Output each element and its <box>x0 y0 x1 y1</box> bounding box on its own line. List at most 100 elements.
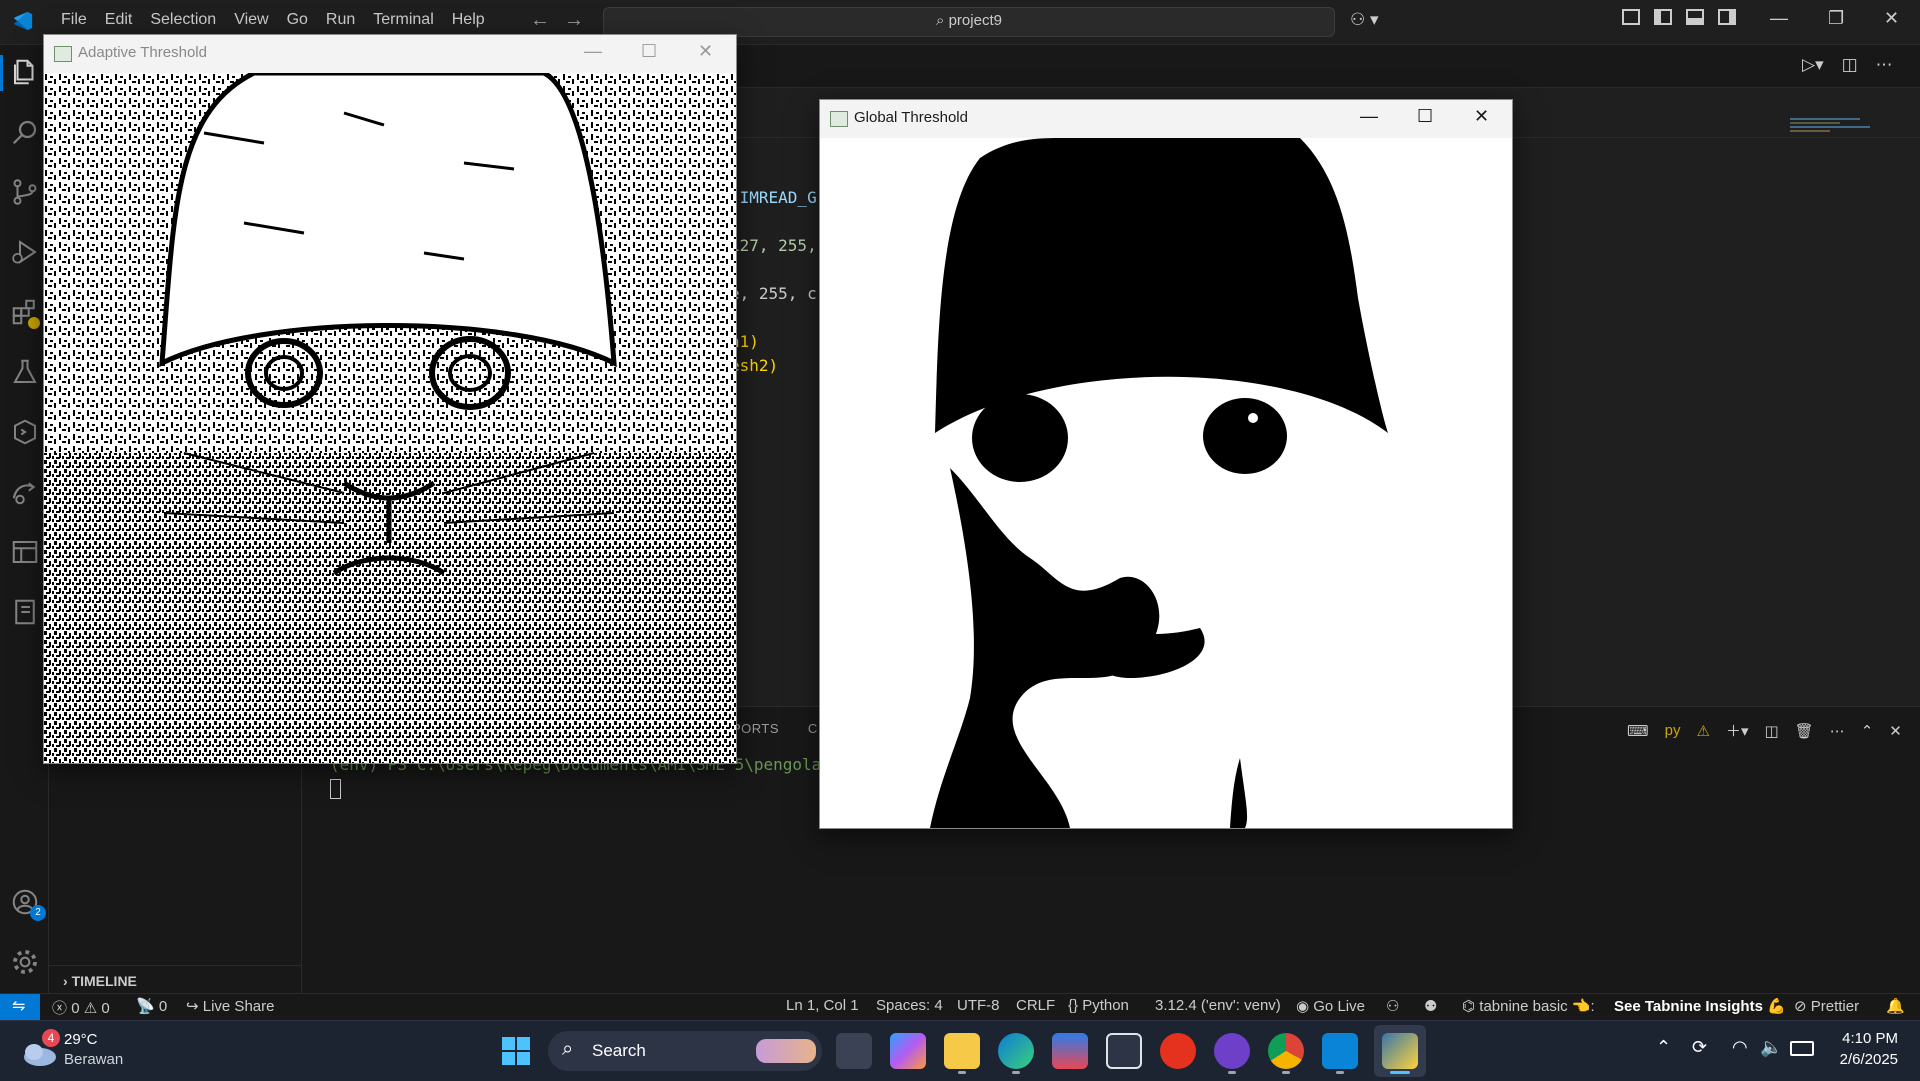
copilot-icon[interactable]: ⚇ ▾ <box>1350 10 1379 30</box>
terminal-icon[interactable]: ⌨ <box>1627 722 1649 740</box>
tabnine-insights-link[interactable]: See Tabnine Insights 💪 <box>1614 997 1786 1015</box>
adaptive-threshold-window[interactable]: Adaptive Threshold — ☐ ✕ <box>43 34 737 764</box>
run-debug-icon[interactable] <box>10 237 40 267</box>
code-line[interactable]: .IMREAD_G <box>730 188 817 207</box>
volume-icon[interactable]: 🔈 <box>1760 1037 1782 1058</box>
chevron-right-icon: › <box>63 973 72 989</box>
toggle-secondary-sidebar-icon[interactable] <box>1718 9 1736 25</box>
tab-comments[interactable]: C <box>808 721 818 736</box>
maximize-icon[interactable]: ☐ <box>1417 106 1433 127</box>
menu-help[interactable]: Help <box>443 11 494 29</box>
live-share-icon[interactable] <box>10 477 40 507</box>
remote-explorer-icon[interactable] <box>10 417 40 447</box>
gear-icon[interactable] <box>10 947 40 977</box>
window-caption[interactable]: Global Threshold — ☐ ✕ <box>820 100 1512 138</box>
terminal-name[interactable]: py <box>1665 722 1681 739</box>
toggle-sidebar-icon[interactable] <box>1654 9 1672 25</box>
python-app-icon[interactable] <box>1382 1033 1418 1069</box>
vscode-logo-icon[interactable] <box>10 10 36 32</box>
window-caption[interactable]: Adaptive Threshold — ☐ ✕ <box>44 35 736 73</box>
source-control-icon[interactable] <box>10 177 40 207</box>
clock-time[interactable]: 4:10 PM <box>1838 1030 1898 1047</box>
weather-widget[interactable]: 4 <box>20 1029 64 1069</box>
close-icon[interactable]: ✕ <box>698 41 713 62</box>
customize-layout-icon[interactable] <box>1622 9 1640 25</box>
timeline-section[interactable]: › TIMELINE <box>63 973 137 989</box>
chevron-up-icon[interactable]: ⌃ <box>1656 1037 1671 1058</box>
battery-icon[interactable] <box>1790 1041 1814 1056</box>
tab-ports[interactable]: PORTS <box>732 721 779 736</box>
minimize-icon[interactable]: — <box>1770 8 1788 29</box>
cursor-position[interactable]: Ln 1, Col 1 <box>786 997 859 1014</box>
problems-indicator[interactable]: ⓧ 0 ⚠ 0 <box>52 997 110 1018</box>
sync-icon[interactable]: ⟳ <box>1692 1037 1707 1058</box>
windows-start-icon[interactable] <box>502 1037 530 1065</box>
taskbar-search[interactable]: ⌕ Search <box>548 1031 822 1071</box>
go-live-button[interactable]: ◉ Go Live <box>1296 997 1365 1015</box>
menu-terminal[interactable]: Terminal <box>364 11 442 29</box>
close-panel-icon[interactable]: ✕ <box>1889 722 1902 740</box>
back-arrow-icon[interactable]: ← <box>530 9 550 32</box>
close-icon[interactable]: ✕ <box>1474 106 1489 127</box>
code-line[interactable]: esh2) <box>730 356 778 375</box>
python-interpreter[interactable]: 3.12.4 ('env': venv) <box>1155 997 1281 1014</box>
toggle-panel-icon[interactable] <box>1686 9 1704 25</box>
menu-edit[interactable]: Edit <box>96 11 142 29</box>
indentation[interactable]: Spaces: 4 <box>876 997 943 1014</box>
bell-icon[interactable]: 🔔 <box>1886 997 1905 1015</box>
ports-indicator[interactable]: 📡 0 <box>136 997 167 1015</box>
code-line[interactable]: 127, 255, <box>730 236 817 255</box>
command-center[interactable]: ⌕ project9 <box>603 7 1335 37</box>
cube-app-icon[interactable] <box>1106 1033 1142 1069</box>
close-icon[interactable]: ✕ <box>1884 8 1899 29</box>
wps-office-icon[interactable] <box>1160 1033 1196 1069</box>
copilot-app-icon[interactable] <box>890 1033 926 1069</box>
line-ending[interactable]: CRLF <box>1016 997 1055 1014</box>
run-icon[interactable]: ▷▾ <box>1802 55 1824 75</box>
restore-icon[interactable]: ❐ <box>1828 8 1844 29</box>
more-icon[interactable]: ⋯ <box>1830 722 1845 740</box>
code-line[interactable]: e, 255, c <box>730 284 817 303</box>
encoding[interactable]: UTF-8 <box>957 997 1000 1014</box>
notebook-icon[interactable] <box>10 597 40 627</box>
edge-browser-icon[interactable] <box>998 1033 1034 1069</box>
trash-icon[interactable]: 🗑 <box>1795 722 1814 740</box>
minimap[interactable] <box>1790 115 1880 145</box>
language-mode[interactable]: {} Python <box>1068 997 1129 1014</box>
copilot-status-icon[interactable]: ⚇ <box>1386 997 1399 1015</box>
more-actions-icon[interactable]: ⋯ <box>1876 55 1893 75</box>
tabnine-status[interactable]: ⌬ tabnine basic 👈: <box>1462 997 1595 1015</box>
wifi-icon[interactable]: ◠ <box>1732 1037 1748 1058</box>
file-explorer-icon[interactable] <box>944 1033 980 1069</box>
panel-view-icon[interactable] <box>10 537 40 567</box>
remote-indicator[interactable]: ⇋ <box>0 994 40 1020</box>
vscode-taskbar-icon[interactable] <box>1322 1033 1358 1069</box>
split-editor-icon[interactable]: ◫ <box>1842 55 1858 75</box>
microsoft-store-icon[interactable] <box>1052 1033 1088 1069</box>
global-threshold-window[interactable]: Global Threshold — ☐ ✕ <box>819 99 1513 829</box>
live-share-status[interactable]: ↪ Live Share <box>186 997 274 1015</box>
explorer-icon[interactable] <box>10 57 40 87</box>
menu-go[interactable]: Go <box>278 11 317 29</box>
task-view-icon[interactable] <box>836 1033 872 1069</box>
maximize-icon[interactable]: ☐ <box>641 41 657 62</box>
minimize-icon[interactable]: — <box>1360 106 1378 127</box>
minimize-icon[interactable]: — <box>584 41 602 62</box>
split-terminal-icon[interactable]: ◫ <box>1764 722 1778 740</box>
clock-date[interactable]: 2/6/2025 <box>1822 1051 1898 1068</box>
menu-selection[interactable]: Selection <box>141 11 225 29</box>
maximize-panel-icon[interactable]: ⌃ <box>1861 722 1874 740</box>
weather-desc[interactable]: Berawan <box>64 1051 123 1068</box>
menu-run[interactable]: Run <box>317 11 364 29</box>
forward-arrow-icon[interactable]: → <box>564 9 584 32</box>
menu-file[interactable]: File <box>52 11 96 29</box>
github-desktop-icon[interactable] <box>1214 1033 1250 1069</box>
weather-temp[interactable]: 29°C <box>64 1031 98 1048</box>
new-terminal-icon[interactable]: ＋▾ <box>1726 720 1749 741</box>
chrome-browser-icon[interactable] <box>1268 1033 1304 1069</box>
accounts-status-icon[interactable]: ⚉ <box>1424 997 1437 1015</box>
menu-view[interactable]: View <box>225 11 277 29</box>
search-icon[interactable] <box>10 117 40 147</box>
testing-flask-icon[interactable] <box>10 357 40 387</box>
prettier-status[interactable]: ⊘ Prettier <box>1794 997 1859 1015</box>
